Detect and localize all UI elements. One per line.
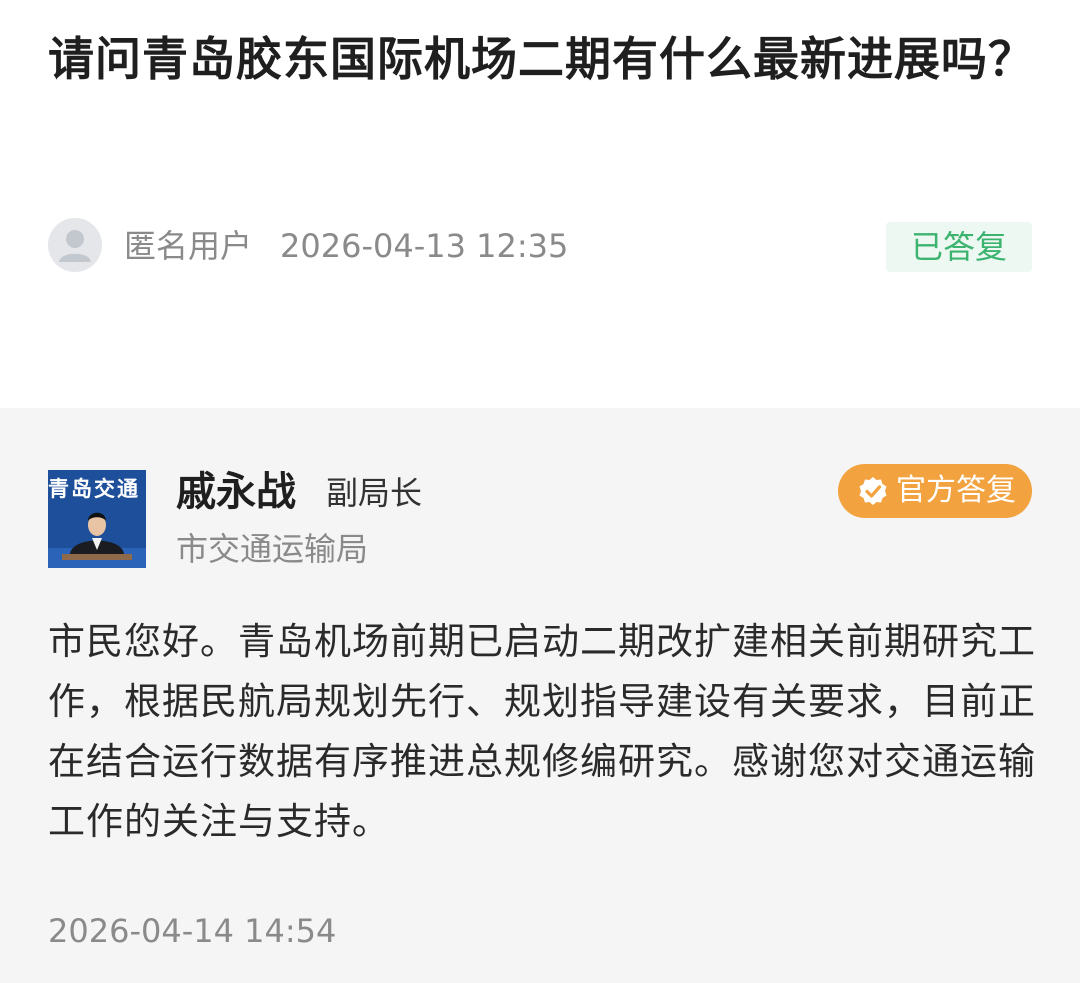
asker-info: 匿名用户 2026-04-13 12:35 已答复 (48, 218, 1032, 274)
official-badge-label: 官方答复 (896, 473, 1016, 508)
question-section: 请问青岛胶东国际机场二期有什么最新进展吗？ 匿名用户 2026-04-13 12… (0, 0, 1080, 408)
check-badge-icon (859, 477, 887, 505)
question-title: 请问青岛胶东国际机场二期有什么最新进展吗？ (48, 32, 1035, 86)
answer-body: 市民您好。青岛机场前期已启动二期改扩建相关前期研究工作，根据民航局规划先行、规划… (48, 620, 1036, 843)
responder-name: 戚永战 (176, 469, 296, 515)
qa-page: 请问青岛胶东国际机场二期有什么最新进展吗？ 匿名用户 2026-04-13 12… (0, 0, 1080, 983)
asker-name: 匿名用户 (124, 227, 253, 265)
question-timestamp: 2026-04-13 12:35 (280, 227, 569, 265)
responder-title: 副局长 (326, 474, 423, 512)
status-badge: 已答复 (886, 222, 1032, 272)
answer-timestamp: 2026-04-14 14:54 (48, 912, 337, 950)
official-reply-badge: 官方答复 (838, 464, 1032, 518)
responder-avatar[interactable]: 青岛交通 (48, 470, 146, 568)
answer-section: 青岛交通 戚永战 副局长 市交通运输局 官方答复 市民您好。青岛机场前期已启动二… (0, 408, 1080, 983)
responder-department: 市交通运输局 (176, 530, 369, 568)
user-avatar-icon (48, 218, 102, 272)
